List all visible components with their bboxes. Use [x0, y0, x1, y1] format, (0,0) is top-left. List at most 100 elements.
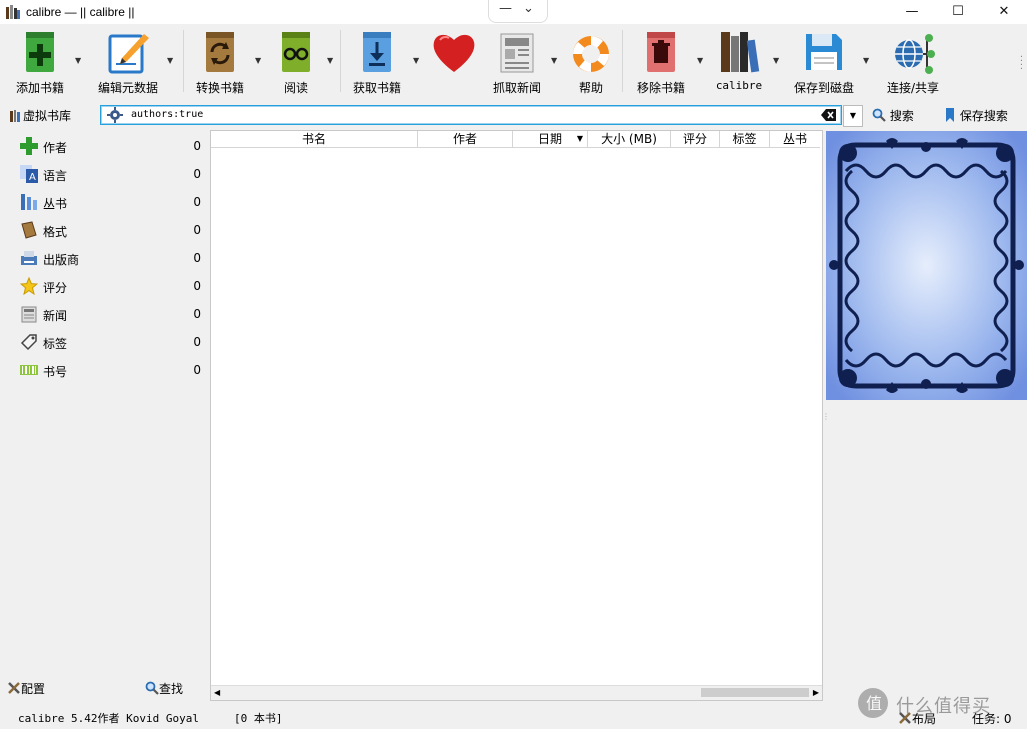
convert-books-menu-arrow[interactable]: ▼ [252, 24, 266, 98]
watermark-logo-icon: 值 [858, 688, 888, 718]
lifebuoy-icon [573, 36, 609, 72]
right-splitter-handle[interactable]: ⋮ [822, 412, 830, 421]
column-header-title[interactable]: 书名 [211, 131, 418, 148]
horizontal-scrollbar[interactable]: ◀ ▶ [211, 685, 822, 700]
scroll-thumb[interactable] [701, 688, 809, 697]
convert-books-button[interactable]: 转换书籍 [188, 24, 252, 98]
tag-icon [20, 334, 37, 351]
add-books-button[interactable]: 添加书籍 [8, 24, 72, 98]
trash-book-icon [647, 32, 675, 72]
scroll-right-arrow[interactable]: ▶ [813, 686, 819, 700]
tag-category-identifiers[interactable]: 书号 0 [5, 356, 209, 382]
convert-book-icon [206, 32, 234, 72]
column-header-date-label: 日期 [537, 132, 562, 146]
find-label: 查找 [159, 682, 184, 696]
close-button[interactable]: ✕ [981, 0, 1027, 24]
magnifier-icon [145, 681, 159, 695]
save-to-disk-button[interactable]: 保存到磁盘 [788, 24, 860, 98]
minimize-button[interactable]: — [889, 0, 935, 24]
tools-icon [8, 682, 20, 694]
toolbar-separator [622, 30, 623, 92]
add-book-icon [26, 32, 54, 72]
mini-chevron-down-icon[interactable]: ⌄ [523, 1, 534, 16]
edit-metadata-button[interactable]: 编辑元数据 [92, 24, 164, 98]
sort-descending-icon: ▼ [576, 134, 583, 143]
configure-tag-browser-button[interactable]: 配置 [7, 680, 45, 697]
add-books-label: 添加书籍 [15, 81, 64, 95]
clear-search-icon[interactable] [821, 108, 837, 122]
remove-books-menu-arrow[interactable]: ▼ [694, 24, 708, 98]
tag-category-count: 0 [193, 251, 201, 265]
tag-category-name: 格式 [43, 225, 68, 239]
globe-network-icon [895, 34, 935, 74]
tag-category-formats[interactable]: 格式 0 [5, 216, 209, 242]
gear-icon[interactable] [107, 107, 123, 123]
search-input[interactable] [131, 107, 811, 121]
bookmark-icon [946, 108, 954, 122]
convert-books-label: 转换书籍 [195, 81, 244, 95]
book-cover-preview[interactable] [826, 131, 1027, 400]
view-button[interactable]: 阅读 [268, 24, 324, 98]
tag-category-series[interactable]: 丛书 0 [5, 188, 209, 214]
tag-category-tags[interactable]: 标签 0 [5, 328, 209, 354]
remove-books-button[interactable]: 移除书籍 [628, 24, 694, 98]
column-header-rating[interactable]: 评分 [671, 131, 720, 148]
connect-share-button[interactable]: 连接/共享 [878, 24, 948, 98]
search-history-dropdown[interactable]: ▼ [843, 105, 863, 127]
toolbar-overflow-grip[interactable]: · · · · [1020, 53, 1023, 75]
site-watermark: 值 什么值得买 [856, 686, 1016, 726]
tag-category-name: 标签 [43, 337, 68, 351]
barcode-icon [20, 365, 38, 375]
search-box[interactable] [100, 105, 842, 125]
save-search-label: 保存搜索 [959, 109, 1008, 123]
svg-text:值: 值 [866, 694, 882, 713]
remove-books-label: 移除书籍 [636, 81, 685, 95]
tag-category-news[interactable]: 新闻 0 [5, 300, 209, 326]
tag-category-languages[interactable]: A 语言 0 [5, 160, 209, 186]
view-menu-arrow[interactable]: ▼ [324, 24, 338, 98]
add-books-menu-arrow[interactable]: ▼ [72, 24, 86, 98]
plus-icon [20, 137, 38, 155]
column-header-tags[interactable]: 标签 [720, 131, 770, 148]
scroll-left-arrow[interactable]: ◀ [214, 686, 220, 700]
column-header-size[interactable]: 大小 (MB) [588, 131, 671, 148]
tag-category-count: 0 [193, 139, 201, 153]
save-search-button[interactable]: 保存搜索 [944, 107, 1008, 124]
donate-button[interactable] [426, 24, 482, 98]
virtual-library-button[interactable]: 虚拟书库 [10, 107, 71, 124]
get-books-menu-arrow[interactable]: ▼ [410, 24, 424, 98]
mini-minimize-button[interactable]: — [499, 1, 512, 16]
column-header-authors[interactable]: 作者 [418, 131, 513, 148]
tag-category-publishers[interactable]: 出版商 0 [5, 244, 209, 270]
library-button[interactable]: calibre [708, 24, 770, 98]
help-button[interactable]: 帮助 [564, 24, 618, 98]
search-button-label: 搜索 [889, 109, 914, 123]
save-to-disk-menu-arrow[interactable]: ▼ [860, 24, 874, 98]
library-menu-arrow[interactable]: ▼ [770, 24, 784, 98]
tag-category-name: 新闻 [43, 309, 68, 323]
find-tag-button[interactable]: 查找 [145, 680, 183, 697]
book-list[interactable]: 书名 作者 日期 ▼ 大小 (MB) 评分 标签 丛书 ◀ ▶ [210, 130, 823, 701]
tag-category-count: 0 [193, 335, 201, 349]
fetch-news-menu-arrow[interactable]: ▼ [548, 24, 562, 98]
maximize-button[interactable]: ☐ [935, 0, 981, 24]
tag-category-name: 书号 [43, 365, 68, 379]
get-books-button[interactable]: 获取书籍 [344, 24, 410, 98]
tag-category-count: 0 [193, 223, 201, 237]
tag-category-authors[interactable]: 作者 0 [5, 132, 209, 158]
calibre-app-icon [6, 5, 20, 19]
help-label: 帮助 [578, 81, 603, 95]
tag-category-count: 0 [193, 167, 201, 181]
tag-category-rating[interactable]: 评分 0 [5, 272, 209, 298]
tag-category-count: 0 [193, 363, 201, 377]
tag-category-name: 丛书 [43, 197, 68, 211]
search-button[interactable]: 搜索 [872, 107, 914, 124]
column-header-series[interactable]: 丛书 [770, 131, 820, 148]
left-splitter-handle[interactable]: ⋮ [207, 412, 215, 421]
column-header-date[interactable]: 日期 ▼ [513, 131, 588, 148]
fetch-news-button[interactable]: 抓取新闻 [486, 24, 548, 98]
library-label: calibre [715, 79, 763, 92]
edit-metadata-menu-arrow[interactable]: ▼ [164, 24, 178, 98]
newspaper-icon [500, 33, 534, 73]
tag-category-name: 作者 [43, 141, 68, 155]
